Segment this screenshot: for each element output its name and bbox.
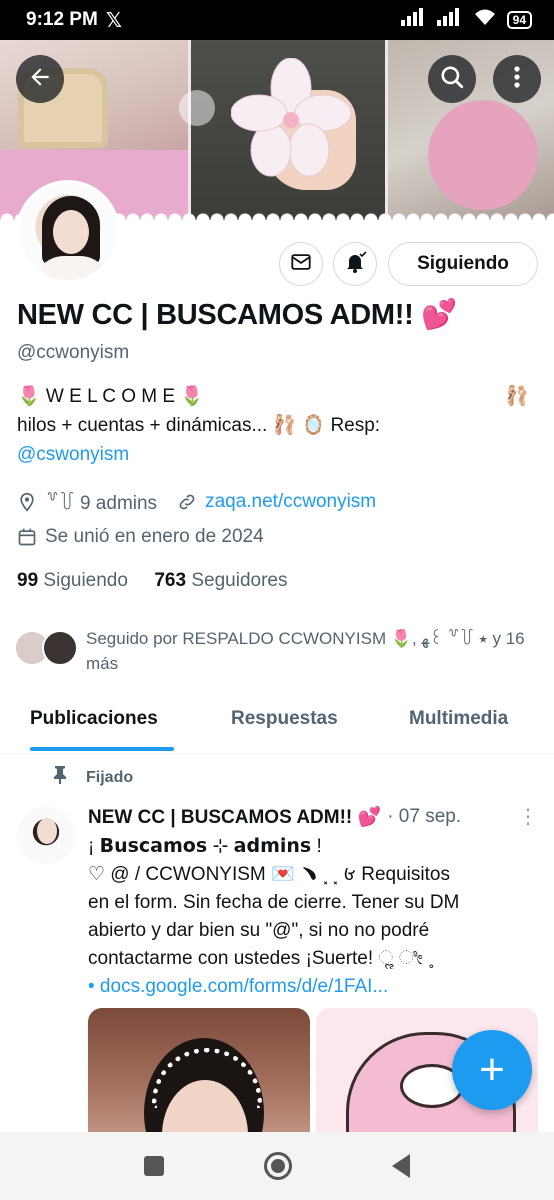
post-date[interactable]: · 07 sep. [387,806,461,828]
bell-icon [343,250,367,279]
tab-respuestas[interactable]: Respuestas [231,708,338,730]
search-button[interactable] [428,55,476,103]
followers-stat[interactable]: 763 Seguidores [154,570,287,591]
signal-icon [400,8,427,32]
mail-icon [290,251,312,278]
back-nav-icon[interactable] [392,1154,410,1178]
profile-website-link[interactable]: zaqa.net/ccwonyism [205,491,376,513]
profile-joined-date: Se unió en enero de 2024 [45,526,264,547]
banner-photo-flower [179,40,385,220]
more-vertical-icon [513,65,521,94]
post-author-avatar[interactable] [17,806,75,864]
plus-icon: + [479,1045,505,1094]
followed-by-text: Seguido por RESPALDO CCWONYISM 🌷, ﻬ꒰ ꒷꒦ … [86,629,525,673]
compose-button[interactable]: + [452,1030,532,1110]
tab-multimedia[interactable]: Multimedia [409,708,508,730]
notifications-button[interactable] [333,242,377,286]
following-label: Siguiendo [43,570,128,591]
calendar-icon [17,527,37,547]
location-icon [17,492,37,512]
pinned-text: Fijado [86,768,134,786]
profile-meta-row: ꒷꒦ 9 admins zaqa.net/ccwonyism [17,489,376,515]
pinned-label: Fijado [52,766,133,789]
more-options-button[interactable] [493,55,541,103]
profile-avatar[interactable] [16,180,120,284]
profile-location: ꒷꒦ 9 admins [45,493,158,514]
bio-line-1-right: 🩰 [505,386,529,407]
signal-icon-2 [436,8,463,32]
pin-icon [52,766,68,789]
status-bar: 9:12 PM 𝕏 94 [0,0,554,40]
system-nav-bar [0,1132,554,1200]
following-count: 99 [17,570,39,591]
following-stat[interactable]: 99 Siguiendo [17,570,128,591]
back-arrow-icon [27,64,53,95]
bio-mention-link[interactable]: @cswonyism [17,440,537,469]
post-line-1: ¡ 𝗕𝘂𝘀𝗰𝗮𝗺𝗼𝘀 ⊹ 𝗮𝗱𝗺𝗶𝗻𝘀 ! [88,836,322,857]
post-more-icon[interactable]: ⋮ [518,804,538,829]
wifi-icon [473,8,497,32]
post-text: ¡ 𝗕𝘂𝘀𝗰𝗮𝗺𝗼𝘀 ⊹ 𝗮𝗱𝗺𝗶𝗻𝘀 ! ♡ @ / CCWONYISM 💌 … [88,833,528,1001]
profile-name: NEW CC | BUSCAMOS ADM!! 💕 [17,299,458,331]
following-button[interactable]: Siguiendo [388,242,538,286]
post-line-2: ♡ @ / CCWONYISM 💌 ﹅ ⸼ ⸼ 𑄾 Requisitos [88,864,450,885]
profile-tabs: Publicaciones Respuestas Multimedia [0,694,554,754]
followers-label: Seguidores [191,570,288,591]
x-logo-icon: 𝕏 [105,9,122,32]
post-header: NEW CC | BUSCAMOS ADM!! 💕 · 07 sep. ⋮ [88,804,538,829]
active-tab-indicator [30,747,174,751]
profile-joined-row: Se unió en enero de 2024 [17,526,264,548]
post-line-5: contactarme con ustedes ¡Suerte! ૢ ೀ ˳ [88,948,435,969]
post-line-4: abierto y dar bien su "@", si no no podr… [88,920,430,941]
recents-icon[interactable] [144,1156,164,1176]
status-time: 9:12 PM [26,9,98,30]
follower-avatar [42,630,78,666]
home-icon[interactable] [264,1152,292,1180]
back-button[interactable] [16,55,64,103]
tab-publicaciones[interactable]: Publicaciones [30,708,158,730]
bio-line-2: hilos + cuentas + dinámicas... 🩰 🪞 Resp: [17,415,381,436]
battery-icon: 94 [506,11,532,29]
post-author-name[interactable]: NEW CC | BUSCAMOS ADM!! 💕 [88,805,381,829]
link-icon [177,492,197,512]
follow-stats: 99 Siguiendo 763 Seguidores [17,570,287,592]
post-line-3: en el form. Sin fecha de cierre. Tener s… [88,892,460,913]
search-icon [439,64,465,95]
message-button[interactable] [279,242,323,286]
bio-line-1: 🌷 W E L C O M E 🌷 [17,386,205,407]
post-form-link[interactable]: • docs.google.com/forms/d/e/1FAI... [88,973,528,1001]
profile-bio: 🌷 W E L C O M E 🌷 🩰 hilos + cuentas + di… [17,382,537,469]
profile-handle: @ccwonyism [17,342,130,363]
followers-count: 763 [154,570,187,591]
